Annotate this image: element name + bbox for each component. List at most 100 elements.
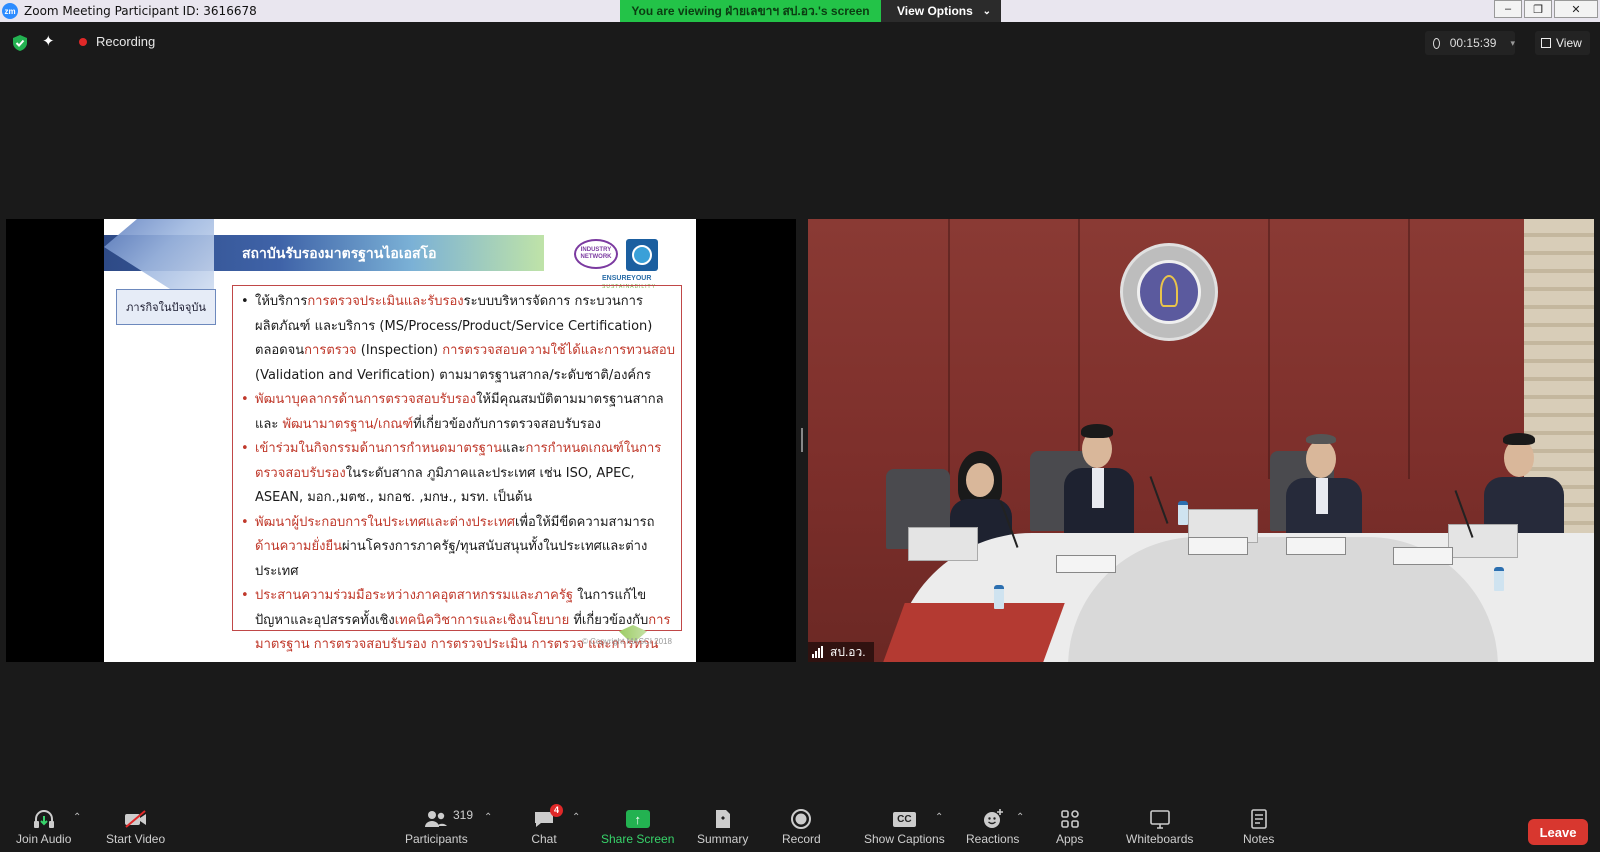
window-controls: – ❐ ✕ (1492, 0, 1598, 18)
chat-button[interactable]: 4 Chat (531, 804, 563, 846)
share-screen-button[interactable]: ↑ Share Screen (601, 808, 674, 846)
share-screen-label: Share Screen (601, 832, 675, 846)
recording-dot-icon (79, 38, 87, 46)
table-red-edge (879, 603, 1065, 662)
summary-icon (710, 808, 736, 830)
share-screen-icon: ↑ (625, 808, 651, 830)
record-icon (788, 808, 814, 830)
slide-bullet-text: ด้านความยั่งยืน (255, 539, 342, 554)
slide-bullet-text: พัฒนามาตรฐาน/เกณฑ์ (282, 416, 414, 432)
join-audio-button[interactable]: Join Audio (16, 808, 71, 846)
smiley-icon (980, 808, 1006, 830)
shared-screen-panel[interactable]: สถาบันรับรองมาตรฐานไอเอสโอ INDUSTRY NETW… (6, 219, 796, 662)
slide-bullet: ประสานความร่วมมือระหว่างภาคอุตสาหกรรมและ… (239, 584, 675, 662)
laptop (908, 527, 978, 561)
show-captions-button[interactable]: CC Show Captions (864, 808, 945, 846)
viewing-screen-banner: You are viewing ฝ่ายเลขาฯ สป.อว.'s scree… (620, 0, 881, 22)
view-label: View (1556, 36, 1582, 50)
chat-label: Chat (531, 832, 557, 846)
microphone (1149, 476, 1169, 524)
maximize-button[interactable]: ❐ (1524, 0, 1552, 18)
meeting-topbar: ✦ Recording 00:15:39 ▾ View (0, 22, 1600, 62)
window-title: Zoom Meeting Participant ID: 3616678 (24, 4, 257, 18)
headphones-icon (31, 808, 57, 830)
slide-title: สถาบันรับรองมาตรฐานไอเอสโอ (242, 246, 437, 262)
video-off-icon (123, 808, 149, 830)
slide-bullet-text: เทคนิควิชาการและเชิงนโยบาย (394, 612, 570, 628)
notes-label: Notes (1243, 832, 1275, 846)
clock-icon (1433, 37, 1440, 49)
apps-button[interactable]: Apps (1056, 808, 1083, 846)
water-bottle (1494, 567, 1504, 591)
slide-side-label: ภารกิจในปัจจุบัน (116, 289, 216, 325)
water-bottle (994, 585, 1004, 609)
minimize-button[interactable]: – (1494, 0, 1522, 18)
zoom-logo-icon: zm (2, 3, 18, 19)
audio-options-caret-icon[interactable]: ⌃ (73, 812, 81, 823)
captions-caret-icon[interactable]: ⌃ (935, 812, 943, 823)
reactions-button[interactable]: Reactions (966, 808, 1019, 846)
record-button[interactable]: Record (782, 808, 821, 846)
masci-logo (626, 239, 658, 271)
laptop (1448, 524, 1518, 558)
chat-caret-icon[interactable]: ⌃ (572, 812, 580, 823)
leave-button[interactable]: Leave (1528, 819, 1588, 845)
recording-label: Recording (96, 34, 156, 49)
record-label: Record (782, 832, 821, 846)
nameplate (1056, 555, 1116, 573)
close-button[interactable]: ✕ (1554, 0, 1598, 18)
reactions-caret-icon[interactable]: ⌃ (1016, 812, 1024, 823)
chevron-down-icon: ⌄ (982, 5, 991, 17)
water-bottle (1178, 501, 1188, 525)
ai-companion-icon[interactable]: ✦ (42, 34, 58, 50)
layout-icon (1541, 38, 1551, 48)
meeting-timer[interactable]: 00:15:39 ▾ (1425, 31, 1515, 55)
slide-bullet-text: ที่เกี่ยวข้องกับการตรวจสอบรับรอง (413, 416, 601, 432)
slide-bullet-text: และ (502, 441, 526, 456)
slide-bullet-text: การตรวจสอบความใช้ได้และการทวนสอบ (442, 343, 675, 358)
slide-content-box: ให้บริการการตรวจประเมินและรับรองระบบบริห… (232, 285, 682, 662)
summary-label: Summary (697, 832, 749, 846)
participants-icon (423, 808, 449, 830)
slide-bullet-text: (Validation and Verification) ตามมาตรฐาน… (255, 367, 651, 383)
slide-bullet-text: (Inspection) (356, 343, 443, 358)
chevron-down-icon: ▾ (1510, 37, 1515, 48)
signal-strength-icon (812, 646, 824, 658)
whiteboards-button[interactable]: Whiteboards (1126, 808, 1193, 846)
slide-bullet-text: ให้บริการ (255, 294, 308, 309)
join-audio-label: Join Audio (16, 832, 72, 846)
slide-bullet-text: ประสานความร่วมมือระหว่างภาคอุตสาหกรรมและ… (255, 588, 573, 603)
show-captions-label: Show Captions (864, 832, 945, 846)
participants-label: Participants (405, 832, 468, 846)
start-video-button[interactable]: Start Video (106, 808, 165, 846)
participants-caret-icon[interactable]: ⌃ (484, 812, 492, 823)
wall-panel-line (1078, 219, 1080, 479)
presentation-slide: สถาบันรับรองมาตรฐานไอเอสโอ INDUSTRY NETW… (104, 219, 696, 662)
reactions-label: Reactions (966, 832, 1020, 846)
ministry-emblem (1120, 243, 1218, 341)
whiteboards-label: Whiteboards (1126, 832, 1194, 846)
participant-video-panel[interactable]: สป.อว. (808, 219, 1594, 662)
summary-button[interactable]: Summary (697, 808, 748, 846)
slide-bullet-text: การตรวจ (304, 343, 357, 358)
nameplate (1393, 547, 1453, 565)
notes-button[interactable]: Notes (1243, 808, 1274, 846)
participant-name-tag: สป.อว. (808, 642, 874, 662)
shield-check-icon[interactable] (12, 34, 28, 52)
chat-unread-badge: 4 (549, 804, 563, 817)
timer-value: 00:15:39 (1449, 36, 1497, 50)
slide-bullet: เข้าร่วมในกิจกรรมด้านการกำหนดมาตรฐานและก… (239, 437, 675, 511)
wall-panel-line (1268, 219, 1270, 479)
chat-icon: 4 (531, 804, 563, 830)
slide-bullet: ให้บริการการตรวจประเมินและรับรองระบบบริห… (239, 290, 675, 388)
slide-bullet: พัฒนาผู้ประกอบการในประเทศและต่างประเทศเพ… (239, 511, 675, 585)
slide-bullet-text: พัฒนาบุคลากรด้านการตรวจสอบรับรอง (255, 392, 477, 407)
captions-icon: CC (891, 808, 917, 830)
nameplate (1286, 537, 1346, 555)
panel-resize-handle[interactable] (801, 428, 803, 452)
view-options-button[interactable]: View Options ⌄ (881, 0, 1001, 22)
meeting-toolbar: Join Audio ⌃ Start Video Participants 31… (0, 804, 1600, 852)
view-layout-button[interactable]: View (1535, 31, 1590, 55)
participant-name: สป.อว. (830, 644, 866, 659)
participants-count: 319 (453, 808, 474, 822)
